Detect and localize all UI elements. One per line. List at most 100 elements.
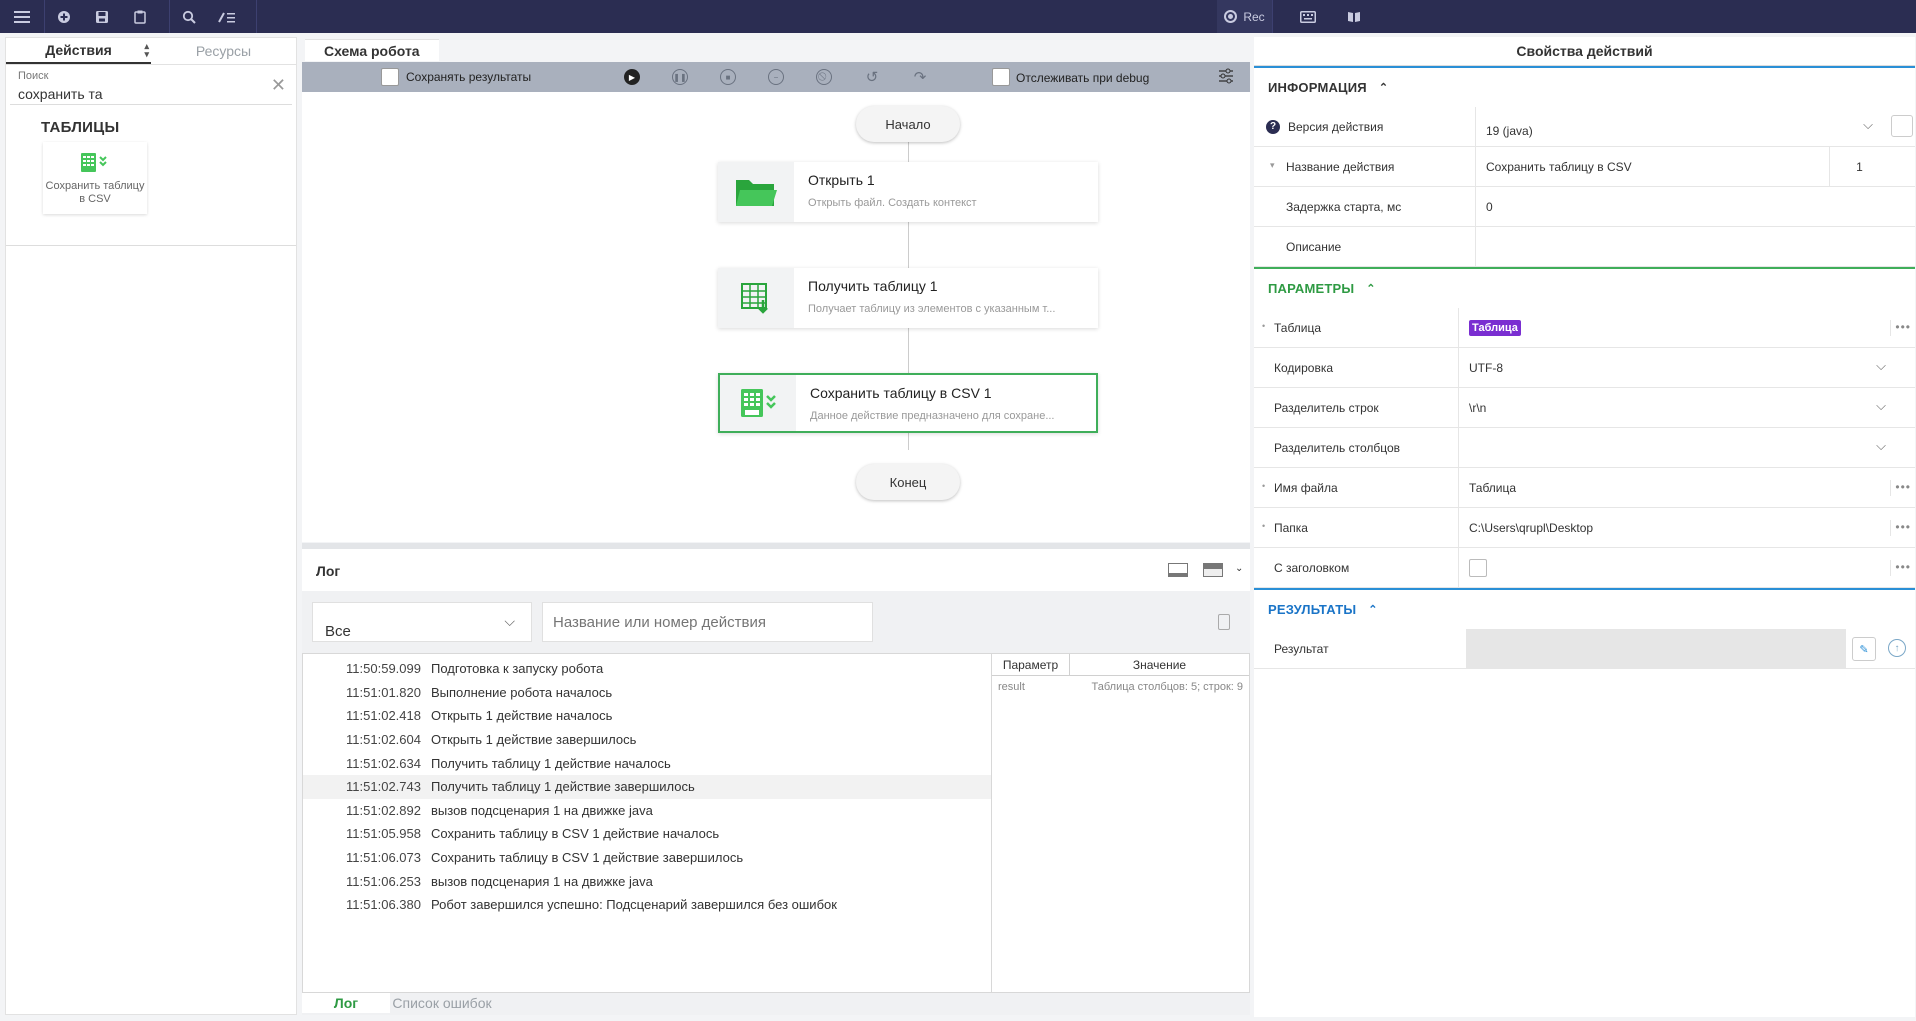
log-search-input[interactable]: [542, 602, 873, 642]
name-number-input[interactable]: 1: [1829, 147, 1889, 186]
log-row[interactable]: 11:51:02.634 Получить таблицу 1 действие …: [303, 751, 991, 775]
params-row: result Таблица столбцов: 5; строк: 9: [992, 676, 1249, 698]
log-row[interactable]: 11:51:02.418 Открыть 1 действие началось: [303, 704, 991, 728]
node-title: Открыть 1: [808, 172, 875, 188]
search-label: Поиск: [18, 70, 49, 82]
with-header-checkbox[interactable]: [1469, 558, 1487, 577]
node-save-csv[interactable]: Сохранить таблицу в CSV 1 Данное действи…: [718, 373, 1098, 433]
close-icon[interactable]: ✕: [271, 75, 286, 96]
delay-input[interactable]: 0: [1475, 187, 1889, 226]
log-row[interactable]: 11:51:02.892 вызов подсценария 1 на движк…: [303, 799, 991, 823]
tab-robot-scheme[interactable]: Схема робота: [305, 39, 439, 61]
log-row[interactable]: 11:50:59.099 Подготовка к запуску робота: [303, 657, 991, 681]
left-tabs: Действия ▴ ▾ Ресурсы: [6, 38, 296, 65]
scheme-toolbar: Сохранять результаты ▶ ❚❚ ■ − ⃠ ↺ ↷ Отсл…: [302, 62, 1250, 92]
folder-input[interactable]: C:\Users\qrupl\Desktop: [1458, 508, 1878, 547]
section-info-title: ИНФОРМАЦИЯ: [1268, 80, 1367, 95]
group-title: ТАБЛИЦЫ: [41, 119, 120, 136]
log-time: 11:51:02.634: [346, 755, 421, 771]
chevron-down-icon[interactable]: ⌄: [1235, 563, 1243, 574]
start-node[interactable]: Начало: [856, 106, 960, 142]
pause-icon[interactable]: ❚❚: [672, 69, 688, 85]
section-info[interactable]: ИНФОРМАЦИЯ ⌃: [1254, 66, 1915, 107]
node-desc: Получает таблицу из элементов с указанны…: [808, 303, 1056, 315]
help-icon[interactable]: ?: [1266, 119, 1280, 134]
tab-errors[interactable]: Список ошибок: [390, 993, 494, 1013]
layout-bottom-icon[interactable]: [1168, 563, 1188, 577]
stop-icon[interactable]: ■: [720, 69, 736, 85]
log-time: 11:51:05.958: [346, 826, 421, 842]
search-input[interactable]: [18, 85, 258, 103]
row-encoding: Кодировка UTF-8 ⌵: [1254, 348, 1915, 388]
log-row[interactable]: 11:51:06.380 Робот завершился успешно: По…: [303, 893, 991, 917]
variable-tag[interactable]: Таблица: [1469, 319, 1521, 336]
edit-list-icon[interactable]: [208, 0, 246, 33]
name-input[interactable]: Сохранить таблицу в CSV: [1475, 147, 1829, 186]
tab-resources[interactable]: Ресурсы: [151, 38, 296, 64]
more-icon[interactable]: •••: [1890, 320, 1911, 336]
log-row[interactable]: 11:51:05.958 Сохранить таблицу в CSV 1 де…: [303, 822, 991, 846]
sort-icon[interactable]: ▴ ▾: [144, 42, 149, 59]
version-select[interactable]: 19 (java) ⌵: [1475, 107, 1885, 146]
branch-icon[interactable]: [1891, 115, 1913, 137]
encoding-select[interactable]: UTF-8 ⌵: [1458, 348, 1898, 387]
row-column-separator: Разделитель столбцов ⌵: [1254, 428, 1915, 468]
log-filter-select[interactable]: Все ⌵: [312, 602, 532, 642]
more-icon[interactable]: •••: [1890, 520, 1911, 536]
block-icon[interactable]: ⃠: [816, 69, 832, 85]
tool-save-table-csv[interactable]: Сохранить таблицу в CSV: [43, 142, 147, 214]
table-input[interactable]: Таблица: [1458, 308, 1878, 347]
section-params[interactable]: ПАРАМЕТРЫ ⌃: [1254, 267, 1915, 308]
redo-icon[interactable]: ↷: [912, 69, 928, 86]
edit-icon[interactable]: ✎: [1852, 637, 1876, 661]
log-time: 11:51:06.253: [346, 873, 421, 889]
minus-icon[interactable]: −: [768, 69, 784, 85]
log-time: 11:51:06.073: [346, 850, 421, 866]
chevron-down-icon: ⌵: [1876, 358, 1886, 373]
layout-split-icon[interactable]: [1203, 563, 1223, 577]
row-file-name: • Имя файла Таблица •••: [1254, 468, 1915, 508]
log-row[interactable]: 11:51:06.073 Сохранить таблицу в CSV 1 де…: [303, 846, 991, 870]
copy-icon[interactable]: [1218, 614, 1230, 630]
log-row[interactable]: 11:51:02.743 Получить таблицу 1 действие …: [303, 774, 991, 799]
log-row[interactable]: 11:51:01.820 Выполнение робота началось: [303, 681, 991, 705]
delay-value: 0: [1486, 199, 1493, 214]
top-toolbar: [0, 0, 1916, 33]
param-value: Таблица столбцов: 5; строк: 9: [1091, 681, 1244, 693]
version-label: Версия действия: [1288, 119, 1384, 134]
clipboard-icon[interactable]: [121, 0, 159, 33]
column-separator-select[interactable]: ⌵: [1458, 428, 1898, 467]
node-open[interactable]: Открыть 1 Открыть файл. Создать контекст: [718, 162, 1098, 222]
tab-actions[interactable]: Действия ▴ ▾: [6, 38, 151, 64]
more-icon[interactable]: •••: [1890, 480, 1911, 496]
file-name-input[interactable]: Таблица: [1458, 468, 1878, 507]
log-time: 11:51:06.380: [346, 897, 421, 913]
record-button[interactable]: Rec: [1217, 0, 1272, 33]
log-row[interactable]: 11:51:06.253 вызов подсценария 1 на движк…: [303, 869, 991, 893]
save-results-checkbox[interactable]: [381, 68, 399, 86]
encoding-label: Кодировка: [1274, 360, 1334, 375]
add-icon[interactable]: [45, 0, 83, 33]
settings-sliders-icon[interactable]: [1218, 68, 1234, 87]
book-icon[interactable]: [1347, 0, 1361, 33]
tab-log[interactable]: Лог: [302, 993, 390, 1013]
end-node[interactable]: Конец: [856, 464, 960, 500]
track-debug-checkbox[interactable]: [992, 68, 1010, 86]
menu-icon[interactable]: [0, 0, 44, 33]
undo-icon[interactable]: ↺: [864, 69, 880, 86]
row-folder: • Папка C:\Users\qrupl\Desktop •••: [1254, 508, 1915, 548]
log-message: Открыть 1 действие началось: [431, 708, 613, 724]
log-message: Подготовка к запуску робота: [431, 661, 604, 677]
more-icon[interactable]: •••: [1890, 560, 1911, 576]
keyboard-icon[interactable]: [1300, 0, 1316, 33]
description-input[interactable]: [1475, 227, 1889, 266]
section-results[interactable]: РЕЗУЛЬТАТЫ ⌃: [1254, 588, 1915, 629]
upload-icon[interactable]: ↑: [1888, 639, 1906, 657]
search-icon[interactable]: [170, 0, 208, 33]
version-label-cell: ? Версия действия: [1254, 107, 1475, 146]
save-icon[interactable]: [83, 0, 121, 33]
play-icon[interactable]: ▶: [624, 69, 640, 85]
node-get-table[interactable]: Получить таблицу 1 Получает таблицу из э…: [718, 268, 1098, 328]
log-row[interactable]: 11:51:02.604 Открыть 1 действие завершило…: [303, 728, 991, 752]
row-separator-select[interactable]: \r\n ⌵: [1458, 388, 1898, 427]
